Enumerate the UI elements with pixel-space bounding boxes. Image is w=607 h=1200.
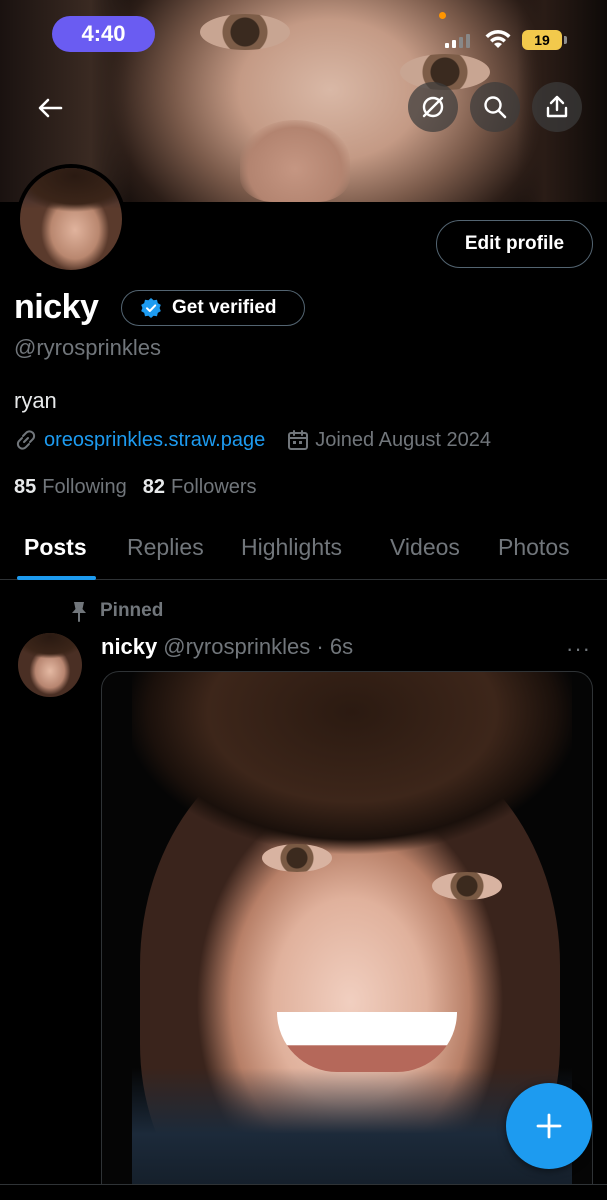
following-label: Following (42, 476, 127, 498)
bottom-nav-edge (0, 1184, 607, 1200)
followers-link[interactable]: 82 Followers (143, 476, 257, 499)
link-icon (16, 430, 36, 450)
post-author-name[interactable]: nicky (101, 634, 157, 659)
compose-post-button[interactable] (506, 1083, 592, 1169)
followers-label: Followers (170, 476, 257, 498)
profile-handle: @ryrosprinkles (14, 335, 162, 360)
post-header: nicky @ryrosprinkles · 6s (101, 634, 353, 660)
tab-videos[interactable]: Videos (390, 534, 460, 561)
tab-posts[interactable]: Posts (24, 534, 87, 561)
post-author-handle: @ryrosprinkles (163, 634, 311, 659)
following-link[interactable]: 85 Following (14, 476, 127, 499)
search-icon (484, 96, 507, 119)
verified-badge-icon (141, 298, 161, 318)
profile-avatar[interactable] (16, 164, 126, 274)
edit-profile-button[interactable]: Edit profile (436, 220, 593, 268)
active-tab-indicator (17, 576, 96, 580)
post-more-button[interactable]: ··· (566, 636, 591, 662)
followers-count: 82 (142, 476, 165, 498)
post-separator: · (310, 634, 330, 659)
tab-photos[interactable]: Photos (498, 534, 570, 561)
plus-icon (536, 1113, 562, 1139)
pinned-label: Pinned (100, 600, 164, 621)
cellular-signal-icon (445, 34, 470, 48)
tab-replies[interactable]: Replies (127, 534, 204, 561)
profile-tabs: Posts Replies Highlights Videos Photos (0, 522, 607, 580)
share-button[interactable] (532, 82, 582, 132)
privacy-indicator-dot (439, 12, 446, 19)
battery-indicator: 19 (522, 30, 567, 50)
profile-display-name: nicky (14, 288, 99, 326)
back-button[interactable] (30, 88, 70, 128)
search-button[interactable] (470, 82, 520, 132)
tab-highlights[interactable]: Highlights (241, 534, 342, 561)
pinned-indicator: Pinned (70, 600, 163, 622)
grok-button[interactable] (408, 82, 458, 132)
get-verified-label: Get verified (172, 297, 277, 318)
back-arrow-icon (38, 98, 63, 118)
pin-icon (72, 602, 86, 622)
grok-icon (422, 96, 444, 118)
share-icon (546, 95, 568, 118)
wifi-icon (485, 30, 511, 48)
post-timestamp: 6s (329, 634, 354, 659)
post-author-avatar[interactable] (18, 633, 82, 697)
profile-bio: ryan (14, 388, 57, 413)
profile-website-link[interactable]: oreosprinkles.straw.page (44, 429, 265, 452)
get-verified-button[interactable]: Get verified (121, 290, 305, 326)
follow-counts: 85 Following 82 Followers (14, 476, 257, 499)
profile-joined-date: Joined August 2024 (315, 428, 491, 451)
profile-meta: oreosprinkles.straw.page Joined August 2… (14, 428, 491, 452)
calendar-icon (288, 430, 309, 450)
status-time: 4:40 (52, 16, 155, 52)
following-count: 85 (14, 476, 37, 498)
